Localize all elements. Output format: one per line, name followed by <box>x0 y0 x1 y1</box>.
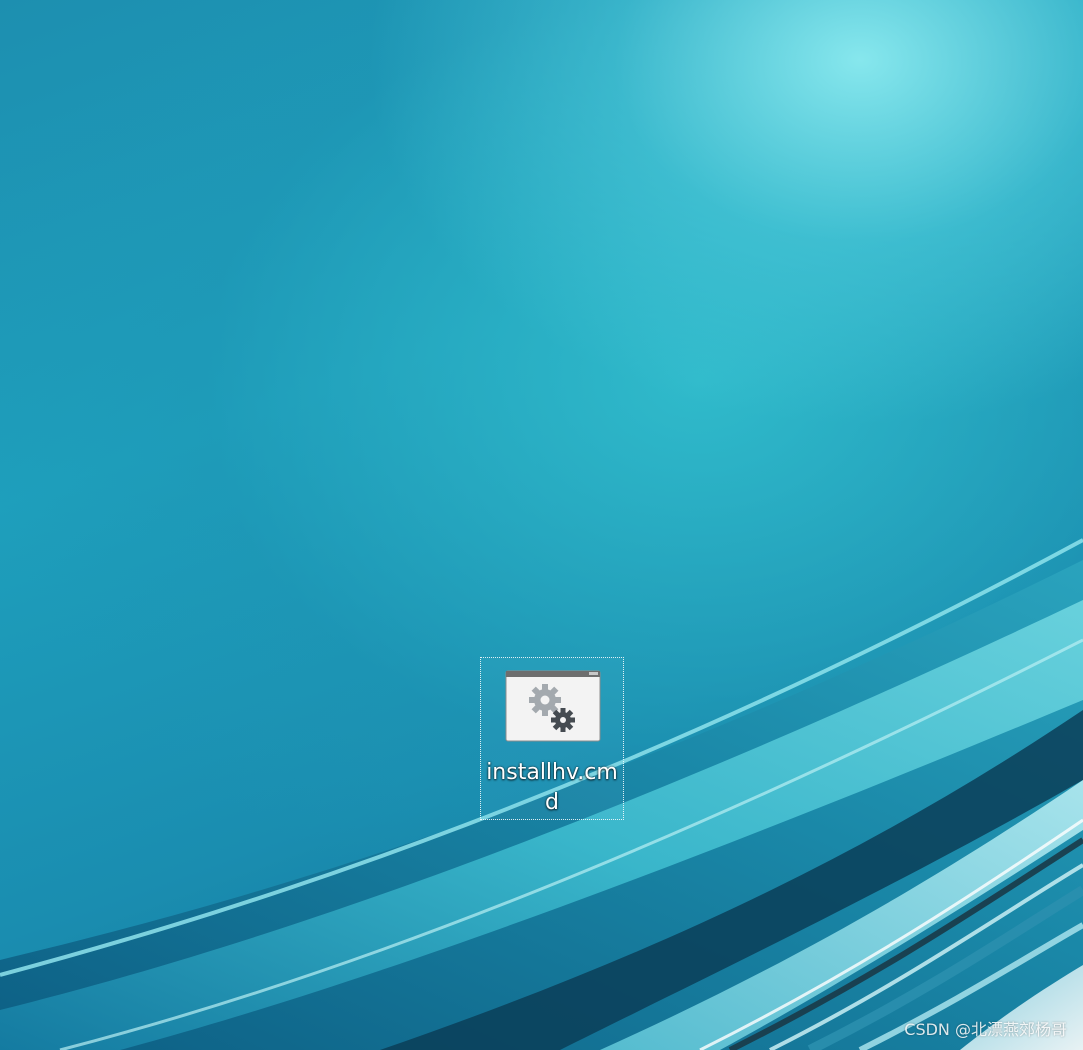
desktop-icon-label: installhv.cmd <box>486 760 618 815</box>
wallpaper <box>0 538 1083 1050</box>
watermark-text: CSDN @北漂燕郊杨哥 <box>904 1020 1067 1039</box>
desktop[interactable]: installhv.cmd CSDN @北漂燕郊杨哥 <box>0 0 1083 1050</box>
desktop-icon-installhv[interactable]: installhv.cmd <box>480 657 624 820</box>
batch-file-gears-icon <box>505 670 601 742</box>
